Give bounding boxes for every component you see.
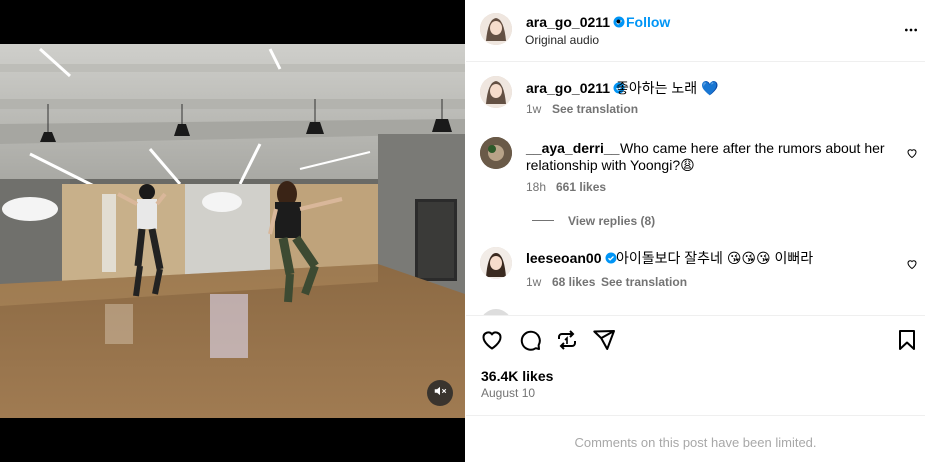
emoji: 😩 bbox=[680, 157, 695, 173]
blue-heart-emoji: 💙 bbox=[701, 80, 719, 96]
comment-text-line1: Who came here after the rumors about her bbox=[620, 140, 885, 156]
save-bookmark-icon[interactable] bbox=[895, 328, 919, 352]
like-count[interactable]: 36.4K likes bbox=[481, 368, 553, 384]
comment-time[interactable]: 18h bbox=[526, 180, 546, 194]
like-comment-heart-icon[interactable] bbox=[906, 257, 918, 270]
like-comment-heart-icon[interactable] bbox=[906, 146, 918, 159]
view-replies-button[interactable]: View replies (8) bbox=[568, 214, 655, 228]
follow-button[interactable]: Follow bbox=[626, 14, 670, 30]
comment-username[interactable]: leeseoan00 bbox=[526, 250, 617, 266]
comment-text: 아이돌보다 잘추네 😘😘😘 이뻐라 bbox=[616, 250, 814, 266]
comment-bubble-icon[interactable] bbox=[518, 328, 542, 352]
caption-username[interactable]: ara_go_0211 bbox=[526, 80, 625, 96]
comment-see-translation[interactable]: See translation bbox=[601, 275, 687, 289]
more-options-icon[interactable] bbox=[903, 22, 919, 38]
audio-link[interactable]: Original audio bbox=[525, 33, 599, 47]
comment-time[interactable]: 1w bbox=[526, 275, 541, 289]
kiss-emoji: 😘😘😘 bbox=[726, 250, 771, 266]
comment-text-line2: relationship with Yoongi?😩 bbox=[526, 157, 695, 173]
post-header: ara_go_0211 • Follow Original audio bbox=[466, 0, 925, 62]
comment-likes[interactable]: 68 likes bbox=[552, 275, 595, 289]
separator-dot: • bbox=[616, 13, 621, 29]
post-date[interactable]: August 10 bbox=[481, 386, 535, 400]
caption-text: 좋아하는 노래 💙 bbox=[616, 80, 719, 96]
video-player[interactable] bbox=[0, 44, 465, 418]
comments-list[interactable]: ara_go_0211 좋아하는 노래 💙 1w See translation… bbox=[466, 63, 925, 315]
comment-avatar[interactable] bbox=[480, 137, 512, 169]
comment-avatar[interactable] bbox=[480, 247, 512, 279]
author-username[interactable]: ara_go_0211 bbox=[526, 14, 625, 30]
author-avatar[interactable] bbox=[480, 13, 512, 45]
verified-badge-icon bbox=[605, 251, 617, 264]
speaker-muted-icon bbox=[433, 384, 447, 403]
comment-username[interactable]: __aya_derri__ bbox=[526, 140, 619, 156]
post-sidebar: ara_go_0211 • Follow Original audio ara_… bbox=[466, 0, 925, 462]
replies-divider-line bbox=[532, 220, 554, 221]
caption-avatar[interactable] bbox=[480, 76, 512, 108]
caption-see-translation[interactable]: See translation bbox=[552, 102, 638, 116]
post-media bbox=[0, 0, 465, 462]
repost-icon[interactable] bbox=[555, 328, 579, 352]
like-heart-icon[interactable] bbox=[480, 328, 504, 352]
caption-time[interactable]: 1w bbox=[526, 102, 541, 116]
mute-button[interactable] bbox=[427, 380, 453, 406]
comments-limited-notice: Comments on this post have been limited. bbox=[574, 435, 817, 450]
comment-footer: Comments on this post have been limited. bbox=[466, 415, 925, 462]
comment-likes[interactable]: 661 likes bbox=[556, 180, 606, 194]
post-actions: 36.4K likes August 10 bbox=[466, 315, 925, 415]
dance-studio-video-frame bbox=[0, 44, 465, 418]
share-send-icon[interactable] bbox=[592, 328, 616, 352]
